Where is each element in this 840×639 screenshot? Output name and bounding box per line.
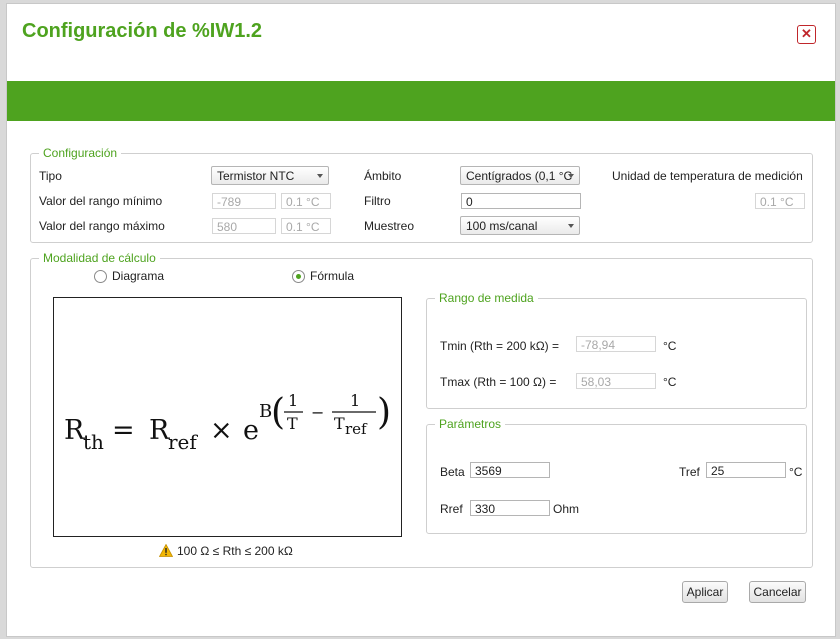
close-button[interactable]: ✕ (797, 25, 816, 44)
ambito-label: Ámbito (364, 169, 402, 183)
apply-button[interactable]: Aplicar (682, 581, 728, 603)
formula-label[interactable]: Fórmula (310, 269, 354, 283)
tref-input[interactable]: 25 (706, 462, 786, 478)
max-range-label: Valor del rango máximo (39, 219, 165, 233)
warning-icon (159, 544, 173, 557)
formula-den-tref-sub: ref (345, 420, 368, 438)
rth-range-warning: 100 Ω ≤ Rth ≤ 200 kΩ (159, 544, 293, 558)
tref-unit: °C (789, 465, 803, 479)
tipo-select[interactable]: Termistor NTC (211, 166, 329, 185)
diagrama-label[interactable]: Diagrama (112, 269, 164, 283)
diagrama-radio[interactable] (94, 270, 107, 283)
header-band (7, 81, 835, 121)
tmax-label: Tmax (Rth = 100 Ω) = (440, 375, 557, 389)
chevron-down-icon (568, 174, 574, 178)
formula-den-t: T (287, 414, 298, 433)
formula-equals: = (112, 415, 135, 446)
formula-e: e (243, 415, 259, 446)
filtro-label: Filtro (364, 194, 391, 208)
cancel-button[interactable]: Cancelar (749, 581, 806, 603)
formula-num-2: 1 (350, 391, 360, 410)
formula-rth-r: R (64, 415, 85, 446)
tmin-label: Tmin (Rth = 200 kΩ) = (440, 339, 560, 353)
max-range-input[interactable]: 580 (212, 218, 276, 234)
close-icon: ✕ (801, 26, 812, 41)
formula-lparen: ( (271, 392, 285, 433)
tipo-label: Tipo (39, 169, 62, 183)
min-range-unit: 0.1 °C (281, 193, 331, 209)
formula-num-1: 1 (288, 391, 298, 410)
rref-input[interactable]: 330 (470, 500, 550, 516)
unidad-value: 0.1 °C (755, 193, 805, 209)
config-legend: Configuración (43, 146, 118, 160)
rref-label: Rref (440, 502, 463, 516)
parameters-legend: Parámetros (439, 417, 502, 431)
formula-minus: − (311, 403, 324, 422)
filtro-input[interactable]: 0 (461, 193, 581, 209)
formula-rparen: ) (377, 392, 391, 433)
beta-input[interactable]: 3569 (470, 462, 550, 478)
formula-display: R th = R ref × e B ( 1 T − 1 T ref ) (53, 297, 402, 537)
ambito-select[interactable]: Centígrados (0,1 °C (460, 166, 580, 185)
tipo-select-value: Termistor NTC (217, 169, 295, 183)
rref-unit: Ohm (553, 502, 580, 516)
max-range-unit: 0.1 °C (281, 218, 331, 234)
tmin-value: -78,94 (576, 336, 656, 352)
chevron-down-icon (317, 174, 323, 178)
muestreo-select[interactable]: 100 ms/canal (460, 216, 580, 235)
min-range-label: Valor del rango mínimo (39, 194, 163, 208)
unidad-label: Unidad de temperatura de medición (612, 169, 803, 183)
formula-times: × (210, 415, 233, 446)
formula-rth-sub: th (83, 430, 104, 454)
ambito-select-value: Centígrados (0,1 °C (466, 169, 573, 183)
chevron-down-icon (568, 224, 574, 228)
formula-svg: R th = R ref × e B ( 1 T − 1 T ref ) (64, 391, 391, 454)
tmax-unit: °C (663, 375, 677, 389)
formula-rref-r: R (149, 415, 170, 446)
min-range-input[interactable]: -789 (212, 193, 276, 209)
radio-selected-dot (296, 274, 301, 279)
range-legend: Rango de medida (439, 291, 534, 305)
configuration-dialog: Configuración de %IW1.2 ✕ Configuración … (6, 3, 836, 637)
muestreo-select-value: 100 ms/canal (466, 219, 538, 233)
beta-label: Beta (440, 465, 465, 479)
tref-label: Tref (679, 465, 700, 479)
formula-den-tref-t: T (334, 414, 345, 433)
warning-text: 100 Ω ≤ Rth ≤ 200 kΩ (177, 544, 293, 558)
dialog-title: Configuración de %IW1.2 (22, 20, 263, 42)
tmin-unit: °C (663, 339, 677, 353)
formula-radio[interactable] (292, 270, 305, 283)
tmax-value: 58,03 (576, 373, 656, 389)
muestreo-label: Muestreo (364, 219, 415, 233)
formula-rref-sub: ref (168, 430, 198, 454)
calc-mode-legend: Modalidad de cálculo (43, 251, 156, 265)
